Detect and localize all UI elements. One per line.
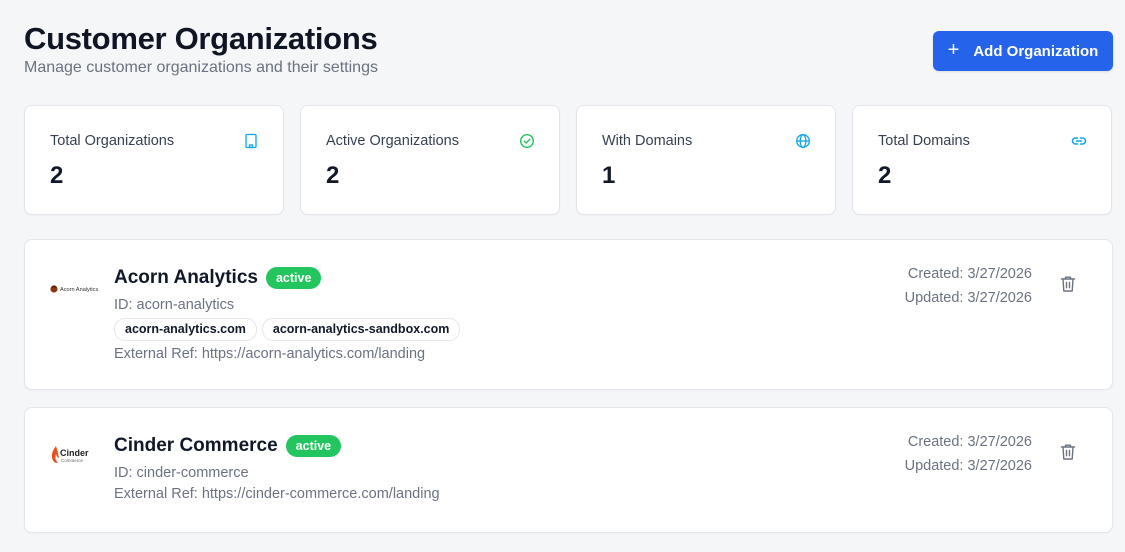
- trash-icon[interactable]: [1060, 443, 1076, 461]
- stat-value: 2: [326, 162, 340, 189]
- organization-details: Cinder Commerce active ID: cinder-commer…: [114, 432, 440, 502]
- created-date: Created: 3/27/2026: [907, 266, 1032, 282]
- stat-card-with-domains: With Domains 1: [576, 105, 836, 215]
- organization-dates: Created: 3/27/2026 Updated: 3/27/2026: [905, 430, 1032, 478]
- svg-text:Commerce: Commerce: [61, 458, 84, 463]
- svg-text:Cinder: Cinder: [60, 448, 89, 458]
- organization-name: Cinder Commerce: [114, 435, 278, 456]
- stat-card-total-organizations: Total Organizations 2: [24, 105, 284, 215]
- updated-date: Updated: 3/27/2026: [904, 458, 1032, 474]
- acorn-analytics-logo: Acorn Analytics: [50, 285, 98, 293]
- organization-card-acorn-analytics: Acorn Analytics Acorn Analytics active I…: [24, 239, 1113, 390]
- svg-text:Acorn Analytics: Acorn Analytics: [60, 287, 98, 293]
- domain-chip: acorn-analytics-sandbox.com: [261, 318, 461, 341]
- stat-label: With Domains: [602, 133, 693, 149]
- organization-details: Acorn Analytics active ID: acorn-analyti…: [114, 264, 461, 362]
- stat-value: 2: [50, 162, 64, 189]
- stat-value: 1: [602, 162, 616, 189]
- domain-chip: acorn-analytics.com: [114, 318, 257, 341]
- page-title: Customer Organizations: [24, 21, 378, 56]
- organization-card-cinder-commerce: Cinder Commerce Cinder Commerce active I…: [24, 407, 1113, 533]
- external-ref: External Ref: https://cinder-commerce.co…: [114, 486, 440, 502]
- organization-dates: Created: 3/27/2026 Updated: 3/27/2026: [905, 262, 1032, 310]
- check-circle-icon: [519, 133, 535, 149]
- stat-card-total-domains: Total Domains 2: [852, 105, 1112, 215]
- status-badge: active: [265, 267, 322, 289]
- stat-card-active-organizations: Active Organizations 2: [300, 105, 560, 215]
- page-header: Customer Organizations Manage customer o…: [24, 20, 378, 77]
- status-badge: active: [285, 435, 342, 457]
- domain-list: acorn-analytics.com acorn-analytics-sand…: [114, 318, 461, 341]
- organization-id: ID: acorn-analytics: [114, 297, 235, 313]
- page-subtitle: Manage customer organizations and their …: [24, 59, 378, 76]
- plus-icon: +: [947, 39, 960, 61]
- link-icon: [1071, 137, 1087, 145]
- add-organization-label: Add Organization: [973, 42, 1099, 60]
- organization-id: ID: cinder-commerce: [114, 465, 249, 481]
- stats-row: Total Organizations 2 Active Organizatio…: [24, 105, 1112, 215]
- external-ref: External Ref: https://acorn-analytics.co…: [114, 346, 426, 362]
- created-date: Created: 3/27/2026: [907, 434, 1032, 450]
- globe-icon: [796, 134, 810, 148]
- stat-label: Active Organizations: [326, 133, 459, 149]
- stat-label: Total Organizations: [50, 133, 175, 149]
- updated-date: Updated: 3/27/2026: [904, 290, 1032, 306]
- building-icon: [245, 133, 257, 149]
- cinder-commerce-logo: Cinder Commerce: [51, 446, 89, 463]
- trash-icon[interactable]: [1060, 275, 1076, 293]
- add-organization-button[interactable]: + Add Organization: [933, 31, 1113, 71]
- organization-name: Acorn Analytics: [114, 267, 258, 288]
- stat-value: 2: [878, 162, 892, 189]
- stat-label: Total Domains: [878, 133, 970, 149]
